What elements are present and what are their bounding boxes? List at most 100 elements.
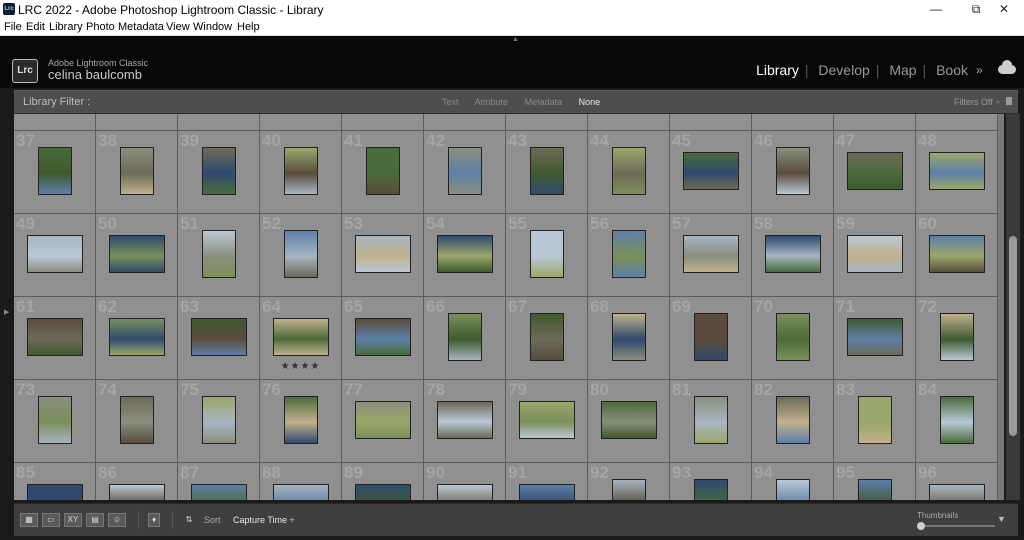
photo-thumbnail[interactable] xyxy=(930,152,984,189)
photo-thumbnail[interactable] xyxy=(613,479,645,500)
photo-thumbnail[interactable] xyxy=(859,479,891,500)
grid-cell[interactable] xyxy=(96,114,178,131)
filters-off-dropdown[interactable]: Filters Off ÷ xyxy=(954,97,1000,107)
photo-thumbnail[interactable] xyxy=(777,479,809,500)
photo-thumbnail[interactable] xyxy=(930,235,984,272)
grid-cell[interactable]: 55 xyxy=(506,214,588,297)
photo-thumbnail[interactable] xyxy=(367,147,399,194)
grid-cell[interactable]: 70 xyxy=(752,297,834,380)
filter-metadata[interactable]: Metadata xyxy=(525,97,563,107)
lock-icon[interactable] xyxy=(1006,97,1012,105)
grid-cell[interactable] xyxy=(14,114,96,131)
photo-thumbnail[interactable] xyxy=(602,401,656,438)
grid-cell[interactable]: 50 xyxy=(96,214,178,297)
grid-cell[interactable]: 60 xyxy=(916,214,998,297)
sort-dropdown[interactable]: Capture Time ÷ xyxy=(233,515,294,525)
photo-thumbnail[interactable] xyxy=(613,313,645,360)
grid-cell[interactable] xyxy=(752,114,834,131)
photo-thumbnail[interactable] xyxy=(285,230,317,277)
grid-cell[interactable]: 45 xyxy=(670,131,752,214)
photo-thumbnail[interactable] xyxy=(39,147,71,194)
compare-view-icon[interactable]: XY xyxy=(64,513,82,527)
photo-thumbnail[interactable] xyxy=(531,230,563,277)
menu-help[interactable]: Help xyxy=(237,21,260,33)
grid-cell[interactable] xyxy=(424,114,506,131)
grid-cell[interactable]: 64 ★★★★ xyxy=(260,297,342,380)
grid-cell[interactable] xyxy=(260,114,342,131)
menu-photo[interactable]: Photo xyxy=(86,21,115,33)
grid-cell[interactable]: 88 xyxy=(260,463,342,500)
loupe-view-icon[interactable]: ▭ xyxy=(42,513,60,527)
grid-cell[interactable]: 58 xyxy=(752,214,834,297)
photo-thumbnail[interactable] xyxy=(531,313,563,360)
photo-thumbnail[interactable] xyxy=(121,396,153,443)
module-library[interactable]: Library xyxy=(756,62,799,78)
scrollbar-thumb[interactable] xyxy=(1009,236,1017,436)
photo-thumbnail[interactable] xyxy=(941,396,973,443)
photo-thumbnail[interactable] xyxy=(438,484,492,500)
photo-thumbnail[interactable] xyxy=(848,235,902,272)
module-book[interactable]: Book xyxy=(936,62,968,78)
photo-thumbnail[interactable] xyxy=(449,313,481,360)
menu-edit[interactable]: Edit xyxy=(26,21,45,33)
photo-thumbnail[interactable] xyxy=(203,396,235,443)
grid-cell[interactable]: 63 xyxy=(178,297,260,380)
grid-cell[interactable]: 95 xyxy=(834,463,916,500)
grid-cell[interactable]: 84 xyxy=(916,380,998,463)
photo-thumbnail[interactable] xyxy=(531,147,563,194)
photo-thumbnail[interactable] xyxy=(28,318,82,355)
people-view-icon[interactable]: ☺ xyxy=(108,513,126,527)
grid-cell[interactable]: 82 xyxy=(752,380,834,463)
photo-thumbnail[interactable] xyxy=(28,235,82,272)
sort-direction-icon[interactable]: ⇅ xyxy=(180,513,198,527)
grid-cell[interactable]: 46 xyxy=(752,131,834,214)
grid-cell[interactable]: 41 xyxy=(342,131,424,214)
grid-cell[interactable] xyxy=(916,114,998,131)
photo-thumbnail[interactable] xyxy=(274,318,328,355)
photo-thumbnail[interactable] xyxy=(110,318,164,355)
photo-thumbnail[interactable] xyxy=(110,484,164,500)
grid-cell[interactable]: 87 xyxy=(178,463,260,500)
grid-cell[interactable]: 52 xyxy=(260,214,342,297)
grid-cell[interactable]: 56 xyxy=(588,214,670,297)
photo-thumbnail[interactable] xyxy=(684,235,738,272)
filter-none[interactable]: None xyxy=(579,97,601,107)
grid-scrollbar[interactable] xyxy=(1006,114,1020,500)
photo-thumbnail[interactable] xyxy=(777,396,809,443)
grid-cell[interactable]: 86 xyxy=(96,463,178,500)
grid-view-icon[interactable]: ▦ xyxy=(20,513,38,527)
grid-cell[interactable]: 69 xyxy=(670,297,752,380)
photo-thumbnail[interactable] xyxy=(39,396,71,443)
left-panel-toggle-icon[interactable]: ▶ xyxy=(4,308,9,316)
photo-thumbnail[interactable] xyxy=(859,396,891,443)
grid-cell[interactable]: 38 xyxy=(96,131,178,214)
cloud-sync-icon[interactable] xyxy=(998,60,1016,74)
photo-thumbnail[interactable] xyxy=(449,147,481,194)
photo-thumbnail[interactable] xyxy=(684,152,738,189)
spray-can-icon[interactable]: ♦ xyxy=(148,513,160,527)
survey-view-icon[interactable]: ▤ xyxy=(86,513,104,527)
grid-cell[interactable]: 80 xyxy=(588,380,670,463)
grid-cell[interactable] xyxy=(588,114,670,131)
slider-knob[interactable] xyxy=(917,522,925,530)
photo-thumbnail[interactable] xyxy=(285,147,317,194)
grid-cell[interactable]: 75 xyxy=(178,380,260,463)
photo-thumbnail[interactable] xyxy=(121,147,153,194)
menu-library[interactable]: Library xyxy=(49,21,83,33)
photo-thumbnail[interactable] xyxy=(613,147,645,194)
grid-cell[interactable] xyxy=(834,114,916,131)
grid-cell[interactable]: 66 xyxy=(424,297,506,380)
photo-thumbnail[interactable] xyxy=(356,484,410,500)
grid-cell[interactable]: 94 xyxy=(752,463,834,500)
grid-cell[interactable]: 71 xyxy=(834,297,916,380)
photo-thumbnail[interactable] xyxy=(930,484,984,500)
grid-cell[interactable]: 53 xyxy=(342,214,424,297)
photo-thumbnail[interactable] xyxy=(613,230,645,277)
module-map[interactable]: Map xyxy=(889,62,916,78)
photo-thumbnail[interactable] xyxy=(28,484,82,500)
grid-cell[interactable]: 74 xyxy=(96,380,178,463)
grid-cell[interactable]: 51 xyxy=(178,214,260,297)
more-modules-icon[interactable]: » xyxy=(976,63,983,77)
photo-thumbnail[interactable] xyxy=(203,230,235,277)
grid-cell[interactable]: 42 xyxy=(424,131,506,214)
